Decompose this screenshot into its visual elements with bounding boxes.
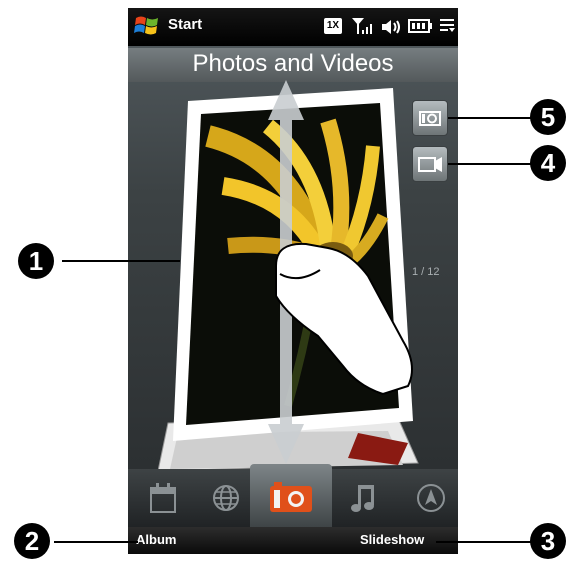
callout-1: 1 [18, 243, 54, 279]
finger-gesture-icon [275, 242, 413, 396]
tab-music[interactable] [336, 469, 396, 527]
callout-3: 3 [530, 523, 566, 559]
camera-icon [419, 111, 441, 126]
start-label[interactable]: Start [168, 16, 202, 33]
music-note-icon [351, 485, 374, 512]
callout-line-4 [448, 163, 532, 165]
callout-line-3 [436, 541, 532, 543]
slideshow-softkey[interactable]: Slideshow [360, 532, 424, 547]
callout-5: 5 [530, 99, 566, 135]
callout-2: 2 [14, 523, 50, 559]
phone-screen: Start 1X Photos and Videos 1 / 12 Album … [128, 8, 458, 554]
globe-icon [213, 485, 239, 511]
album-softkey[interactable]: Album [136, 532, 176, 547]
page-title: Photos and Videos [192, 50, 394, 77]
battery-icon [408, 19, 432, 33]
tab-settings[interactable] [398, 469, 458, 527]
menu-icon[interactable] [440, 18, 456, 34]
volume-icon [382, 20, 400, 34]
video-camera-icon [418, 157, 442, 172]
network-1x-icon: 1X [324, 18, 342, 34]
compass-icon [417, 484, 445, 512]
signal-icon [352, 18, 372, 34]
windows-logo-icon[interactable] [134, 14, 160, 38]
callout-4: 4 [530, 145, 566, 181]
video-camera-button[interactable] [412, 146, 448, 182]
tab-calendar[interactable] [128, 469, 188, 527]
calendar-icon [150, 483, 176, 513]
camera-icon [270, 482, 312, 512]
camera-button[interactable] [412, 100, 448, 136]
tab-internet[interactable] [194, 469, 254, 527]
tab-photos-videos[interactable] [250, 464, 332, 530]
callout-line-5 [448, 117, 532, 119]
callout-line-2 [54, 541, 138, 543]
photo-counter: 1 / 12 [412, 266, 440, 278]
callout-line-1 [62, 260, 180, 262]
